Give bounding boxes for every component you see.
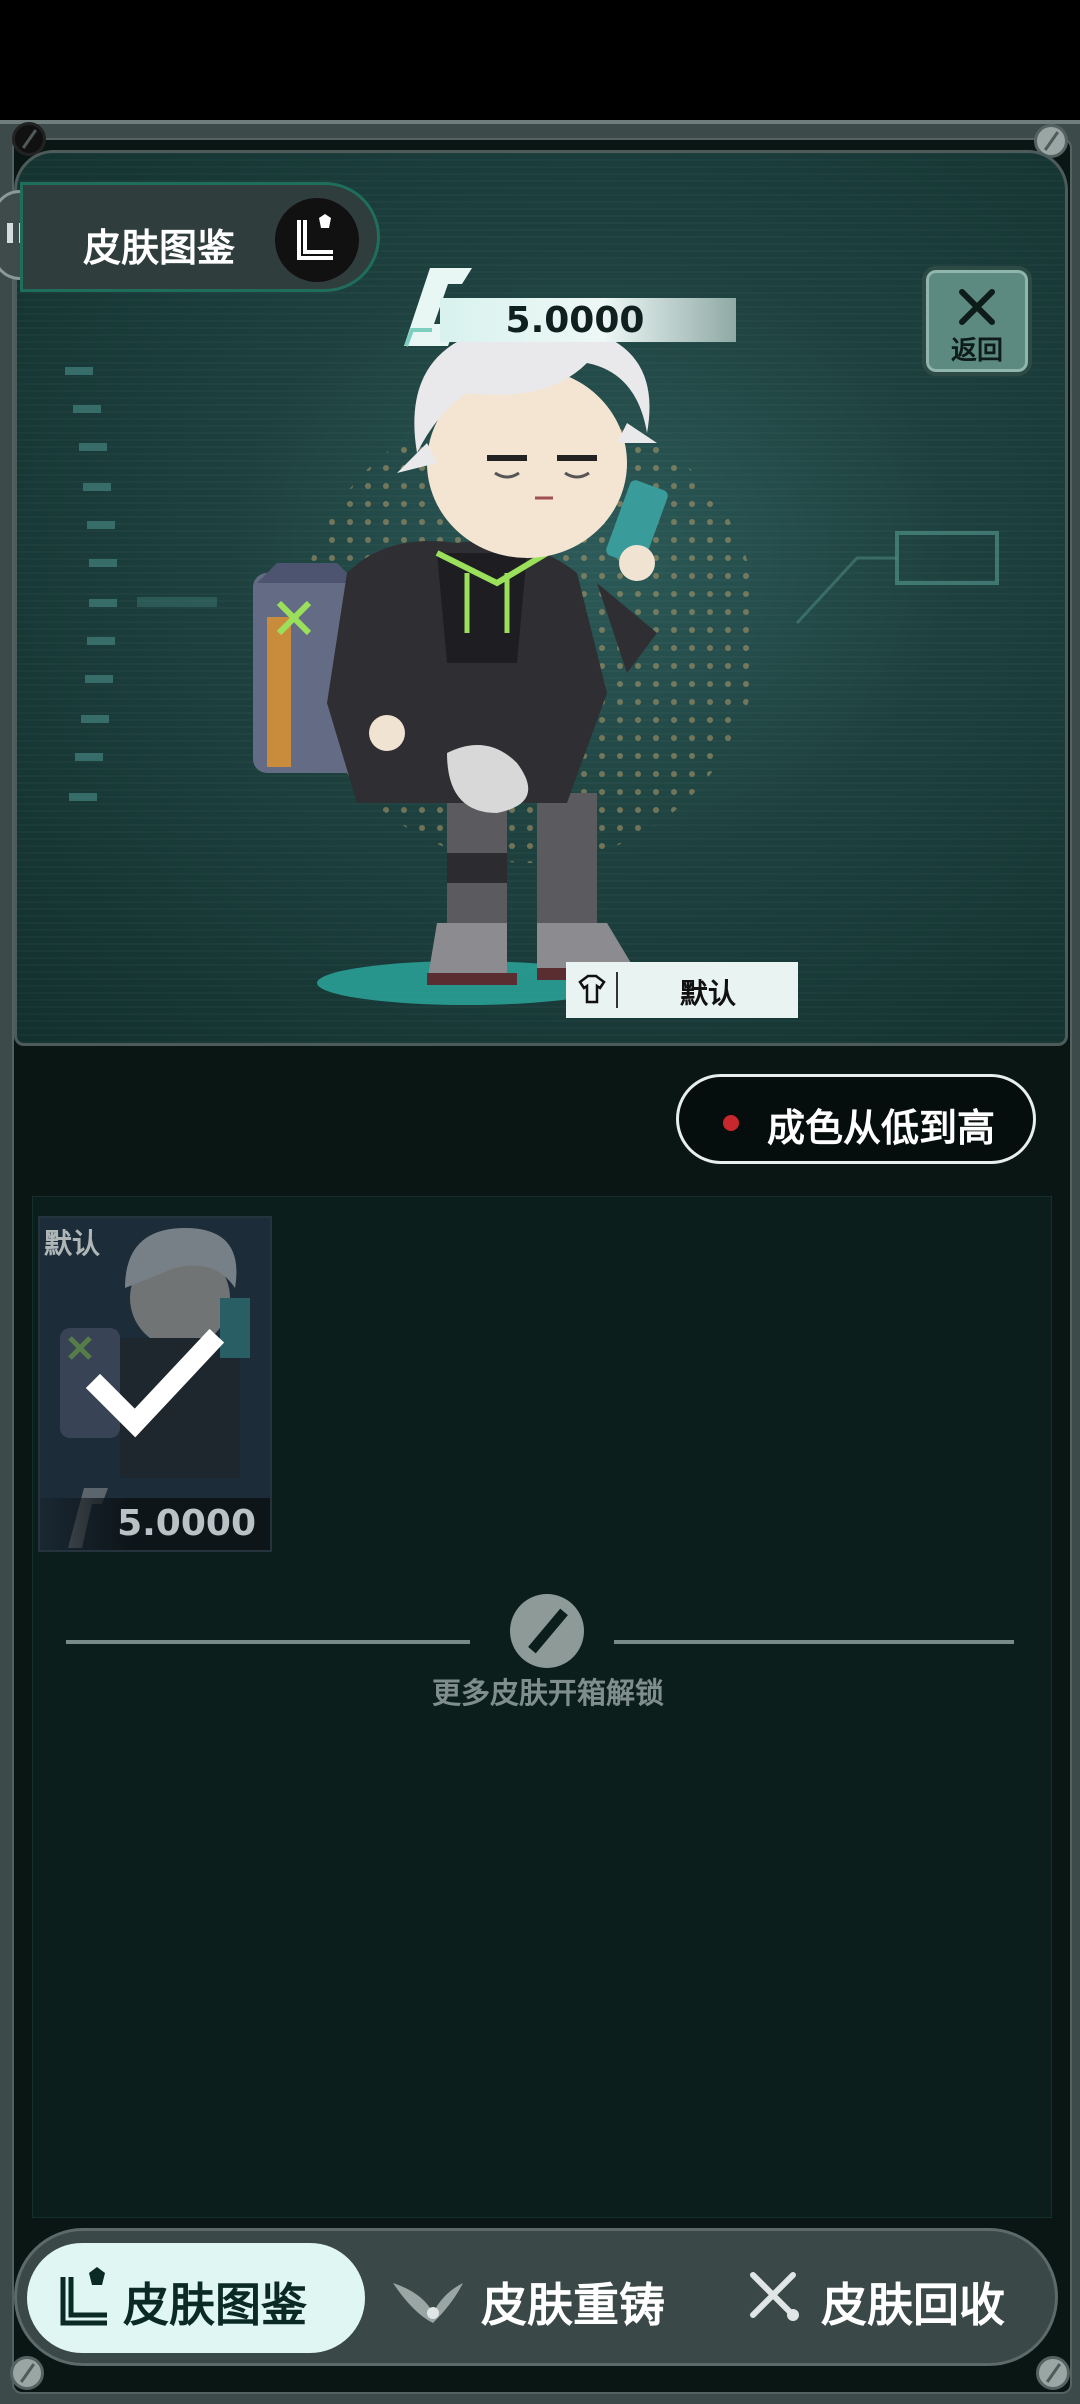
page-title-pill: 皮肤图鉴 xyxy=(20,182,380,292)
tools-recycle-icon xyxy=(750,2272,799,2321)
bolt-icon xyxy=(1036,2356,1070,2390)
skin-value: 5.0000 xyxy=(505,300,645,341)
tab-label: 皮肤重铸 xyxy=(481,2278,665,2332)
page-title: 皮肤图鉴 xyxy=(83,226,236,270)
skin-card-value-bar: 5.0000 xyxy=(40,1498,270,1550)
tab-skin-collection[interactable]: 皮肤图鉴 xyxy=(27,2243,365,2353)
sort-button[interactable]: 成色从低到高 xyxy=(676,1074,1036,1164)
tab-label: 皮肤回收 xyxy=(821,2278,1005,2332)
skin-collection-icon xyxy=(60,2267,107,2326)
skin-card[interactable]: 默认 5.0000 xyxy=(38,1216,272,1552)
tab-skin-recast[interactable]: 皮肤重铸 xyxy=(377,2243,707,2353)
more-skins-hint: 更多皮肤开箱解锁 xyxy=(431,1676,664,1710)
divider-left xyxy=(66,1640,470,1644)
divider-right xyxy=(614,1640,1014,1644)
bolt-icon xyxy=(10,2356,44,2390)
close-icon xyxy=(959,289,995,325)
recast-icon xyxy=(393,2283,463,2323)
back-label: 返回 xyxy=(950,336,1003,366)
tab-label: 皮肤图鉴 xyxy=(123,2278,307,2332)
skin-collection-icon[interactable] xyxy=(275,198,359,282)
sort-indicator-dot xyxy=(723,1115,739,1131)
value-bar: 5.0000 xyxy=(440,298,736,342)
locked-icon xyxy=(510,1594,584,1668)
skin-card-value: 5.0000 xyxy=(117,1503,256,1544)
side-ticks-decoration xyxy=(65,367,217,801)
bottom-tab-bar: 皮肤图鉴 皮肤重铸 皮肤回收 xyxy=(14,2228,1058,2366)
shirt-icon xyxy=(578,974,606,1004)
sort-label: 成色从低到高 xyxy=(767,1106,996,1150)
skin-card-label: 默认 xyxy=(44,1227,101,1260)
back-button[interactable]: 返回 xyxy=(922,266,1032,376)
tab-skin-recycle[interactable]: 皮肤回收 xyxy=(717,2243,1047,2353)
current-skin-tag: 默认 xyxy=(566,962,798,1018)
current-skin-name: 默认 xyxy=(679,977,736,1010)
